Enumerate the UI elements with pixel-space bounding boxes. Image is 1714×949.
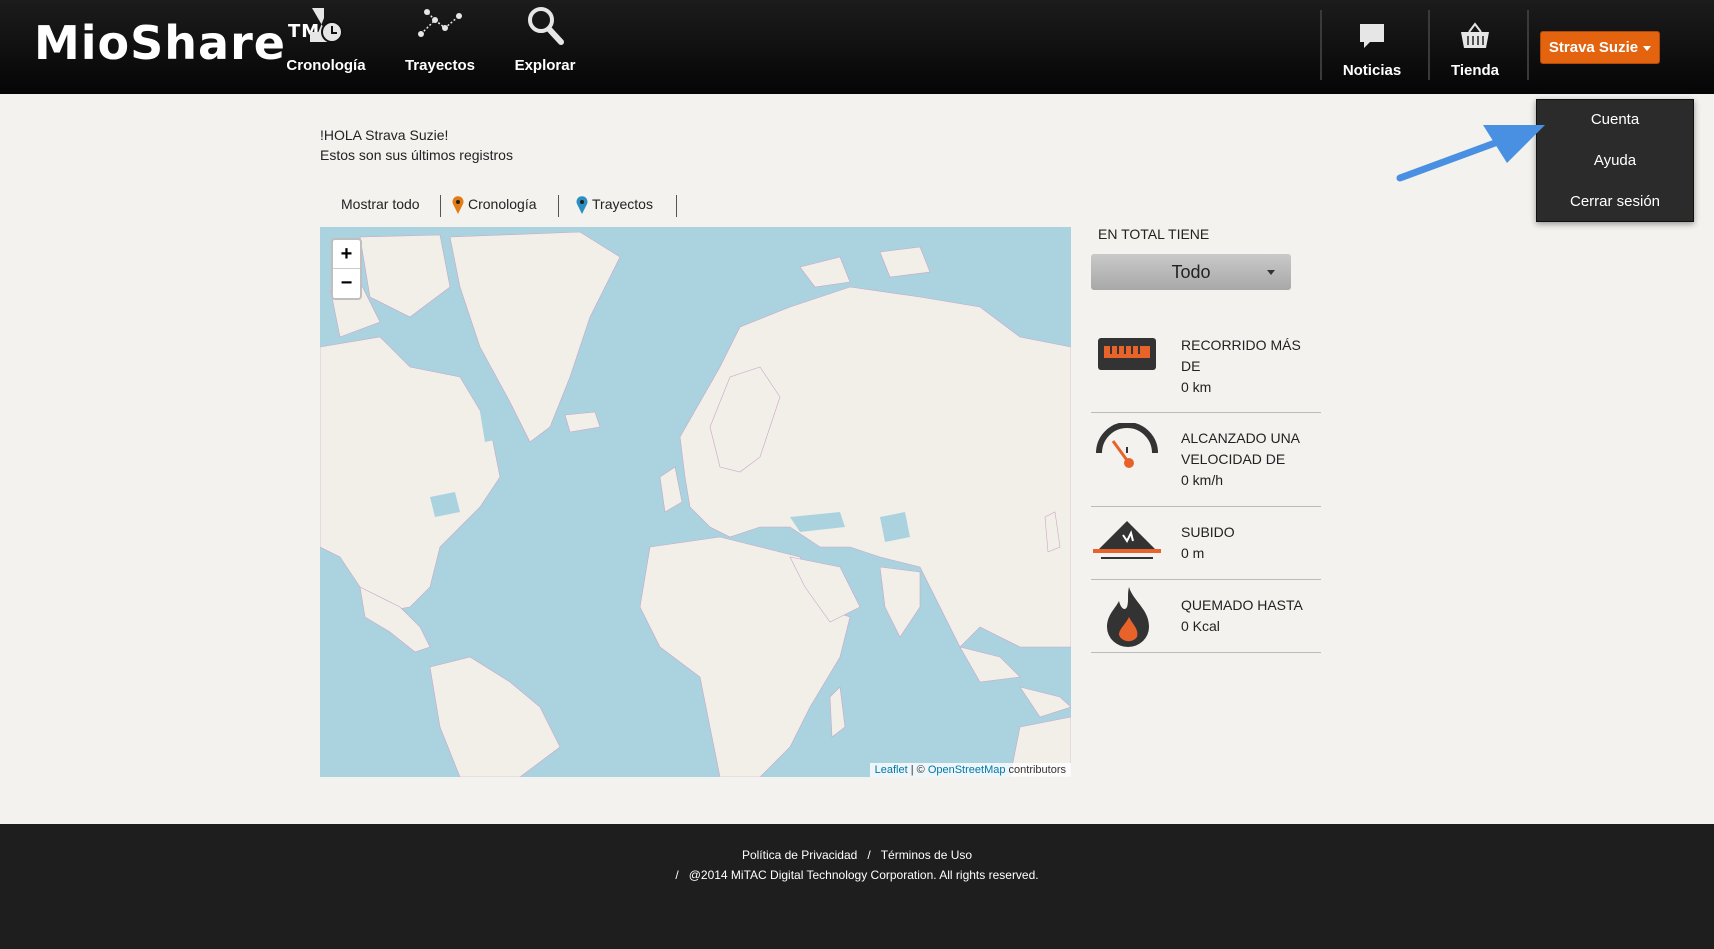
filter-divider xyxy=(440,195,441,217)
stat-label: ALCANZADO UNA xyxy=(1181,430,1301,446)
footer-separator: / xyxy=(675,868,679,882)
orange-pin-icon xyxy=(452,196,464,215)
route-icon xyxy=(418,9,462,37)
nav-tienda[interactable]: Tienda xyxy=(1440,0,1510,94)
map-zoom-control: + − xyxy=(331,238,362,300)
greeting-subtitle: Estos son sus últimos registros xyxy=(320,147,513,163)
filter-cronologia-label: Cronología xyxy=(468,196,537,212)
stat-speed-text: ALCANZADO UNA VELOCIDAD DE 0 km/h xyxy=(1181,428,1300,491)
stats-title: EN TOTAL TIENE xyxy=(1098,226,1210,242)
logo[interactable]: MioShare TM xyxy=(34,16,320,70)
search-icon xyxy=(528,7,564,45)
stat-climb: SUBIDO 0 m xyxy=(1091,507,1321,580)
openstreetmap-link[interactable]: OpenStreetMap xyxy=(928,764,1006,776)
filter-divider xyxy=(676,195,677,217)
stat-calories: QUEMADO HASTA 0 Kcal xyxy=(1091,580,1321,653)
map-attribution: Leaflet | © OpenStreetMap contributors xyxy=(869,763,1071,777)
menu-item-ayuda[interactable]: Ayuda xyxy=(1537,152,1693,169)
nav-trayectos[interactable]: Trayectos xyxy=(402,0,478,94)
nav-noticias[interactable]: Noticias xyxy=(1330,0,1414,94)
basket-icon xyxy=(1461,22,1489,48)
stat-label: RECORRIDO MÁS xyxy=(1181,337,1301,353)
filter-mostrar-todo[interactable]: Mostrar todo xyxy=(341,196,420,212)
stat-value: 0 m xyxy=(1181,545,1205,561)
nav-noticias-label: Noticias xyxy=(1342,62,1402,79)
stat-climb-text: SUBIDO 0 m xyxy=(1181,522,1235,564)
mountain-icon xyxy=(1093,521,1161,559)
nav-divider xyxy=(1527,10,1529,80)
stat-value: 0 km xyxy=(1181,379,1212,395)
stat-label: SUBIDO xyxy=(1181,524,1235,540)
flame-icon xyxy=(1107,587,1149,647)
speech-bubble-icon xyxy=(1360,24,1384,48)
stat-label: QUEMADO HASTA xyxy=(1181,597,1303,613)
stat-calories-text: QUEMADO HASTA 0 Kcal xyxy=(1181,595,1303,637)
stat-distance-text: RECORRIDO MÁS DE 0 km xyxy=(1181,335,1301,398)
greeting-title: !HOLA Strava Suzie! xyxy=(320,127,449,143)
annotation-arrow-icon xyxy=(1396,125,1545,182)
terms-link[interactable]: Términos de Uso xyxy=(881,848,972,862)
footer-separator: / xyxy=(867,848,871,862)
footer: Política de Privacidad / Términos de Uso /… xyxy=(0,824,1714,949)
stat-value: 0 Kcal xyxy=(1181,618,1220,634)
stat-speed: ALCANZADO UNA VELOCIDAD DE 0 km/h xyxy=(1091,413,1321,507)
footer-copyright-line: / @2014 MiTAC Digital Technology Corporat… xyxy=(0,868,1714,882)
attribution-contributors: contributors xyxy=(1005,764,1066,776)
nav-cronologia[interactable]: Cronología xyxy=(284,0,368,94)
speedometer-icon xyxy=(1096,423,1158,468)
top-navbar: MioShare TM Cronología Trayectos Explorar xyxy=(0,0,1714,94)
chevron-down-icon xyxy=(1643,45,1652,51)
stat-label: DE xyxy=(1181,358,1201,374)
timeline-icon xyxy=(310,8,343,43)
stat-distance: RECORRIDO MÁS DE 0 km xyxy=(1091,322,1321,413)
filter-divider xyxy=(558,195,559,217)
stat-value: 0 km/h xyxy=(1181,472,1224,488)
nav-divider xyxy=(1320,10,1322,80)
leaflet-link[interactable]: Leaflet xyxy=(875,764,908,776)
odometer-icon xyxy=(1098,338,1156,370)
user-menu-label: Strava Suzie xyxy=(1548,39,1639,56)
zoom-out-button[interactable]: − xyxy=(333,269,360,298)
user-menu-button[interactable]: Strava Suzie xyxy=(1540,31,1660,64)
zoom-in-button[interactable]: + xyxy=(333,240,360,269)
copyright: @2014 MiTAC Digital Technology Corporati… xyxy=(688,868,1039,882)
nav-explorar[interactable]: Explorar xyxy=(512,0,578,94)
nav-divider xyxy=(1428,10,1430,80)
filter-trayectos-label: Trayectos xyxy=(592,196,653,212)
user-dropdown-menu: Cuenta Ayuda Cerrar sesión xyxy=(1536,99,1694,222)
nav-cronologia-label: Cronología xyxy=(286,57,366,74)
stat-label: VELOCIDAD DE xyxy=(1181,451,1286,467)
nav-tienda-label: Tienda xyxy=(1450,62,1500,79)
chevron-down-icon xyxy=(1267,270,1275,275)
nav-explorar-label: Explorar xyxy=(514,57,576,74)
menu-item-cuenta[interactable]: Cuenta xyxy=(1537,111,1693,128)
period-select-value: Todo xyxy=(1171,262,1211,282)
footer-links: Política de Privacidad / Términos de Uso xyxy=(0,848,1714,862)
nav-trayectos-label: Trayectos xyxy=(404,57,476,74)
filter-cronologia[interactable]: Cronología xyxy=(452,196,537,215)
filter-trayectos[interactable]: Trayectos xyxy=(576,196,653,215)
attribution-separator: | © xyxy=(907,764,928,776)
world-map[interactable]: + − Leaflet | © OpenStreetMap contributo… xyxy=(320,227,1071,777)
period-select[interactable]: Todo xyxy=(1091,254,1291,290)
menu-item-cerrar-sesion[interactable]: Cerrar sesión xyxy=(1537,193,1693,210)
blue-pin-icon xyxy=(576,196,588,215)
privacy-link[interactable]: Política de Privacidad xyxy=(742,848,857,862)
map-tiles xyxy=(320,231,1071,777)
